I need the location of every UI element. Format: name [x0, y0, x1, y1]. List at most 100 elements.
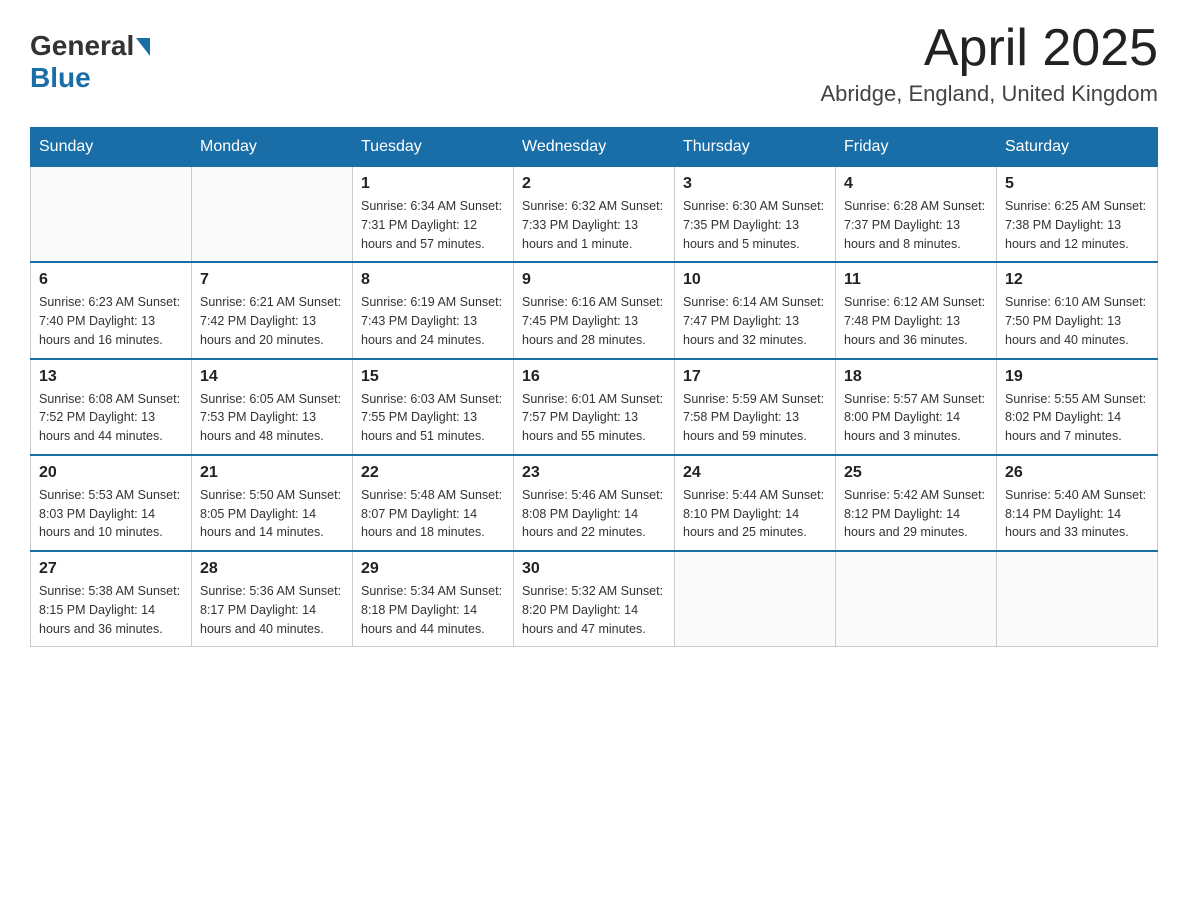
calendar-week-row: 13Sunrise: 6:08 AM Sunset: 7:52 PM Dayli… [31, 359, 1158, 455]
calendar-cell: 3 Sunrise: 6:30 AM Sunset: 7:35 PM Daylig… [675, 167, 836, 263]
day-info: Sunrise: 6:14 AM Sunset: 7:47 PM Dayligh… [683, 293, 827, 349]
calendar-cell: 13Sunrise: 6:08 AM Sunset: 7:52 PM Dayli… [31, 359, 192, 455]
calendar-cell: 9 Sunrise: 6:16 AM Sunset: 7:45 PM Daylig… [514, 262, 675, 358]
day-number: 17 [683, 368, 827, 386]
day-number: 13 [39, 368, 183, 386]
calendar-week-row: 6 Sunrise: 6:23 AM Sunset: 7:40 PM Daylig… [31, 262, 1158, 358]
calendar-cell: 25 Sunrise: 5:42 AM Sunset: 8:12 PM Dayli… [836, 455, 997, 551]
day-info: Sunrise: 6:32 AM Sunset: 7:33 PM Dayligh… [522, 197, 666, 253]
weekday-header-wednesday: Wednesday [514, 128, 675, 167]
calendar-cell: 18 Sunrise: 5:57 AM Sunset: 8:00 PM Dayli… [836, 359, 997, 455]
calendar-cell: 20 Sunrise: 5:53 AM Sunset: 8:03 PM Dayli… [31, 455, 192, 551]
day-number: 23 [522, 464, 666, 482]
day-number: 21 [200, 464, 344, 482]
calendar-cell: 10 Sunrise: 6:14 AM Sunset: 7:47 PM Dayli… [675, 262, 836, 358]
calendar-cell: 8 Sunrise: 6:19 AM Sunset: 7:43 PM Daylig… [353, 262, 514, 358]
day-info: Sunrise: 5:36 AM Sunset: 8:17 PM Dayligh… [200, 582, 344, 638]
weekday-header-tuesday: Tuesday [353, 128, 514, 167]
calendar-week-row: 1Sunrise: 6:34 AM Sunset: 7:31 PM Daylig… [31, 167, 1158, 263]
calendar-cell: 27Sunrise: 5:38 AM Sunset: 8:15 PM Dayli… [31, 551, 192, 647]
day-info: Sunrise: 5:34 AM Sunset: 8:18 PM Dayligh… [361, 582, 505, 638]
day-info: Sunrise: 5:44 AM Sunset: 8:10 PM Dayligh… [683, 486, 827, 542]
calendar-cell: 6 Sunrise: 6:23 AM Sunset: 7:40 PM Daylig… [31, 262, 192, 358]
calendar-cell: 12 Sunrise: 6:10 AM Sunset: 7:50 PM Dayli… [997, 262, 1158, 358]
day-info: Sunrise: 5:46 AM Sunset: 8:08 PM Dayligh… [522, 486, 666, 542]
day-number: 8 [361, 271, 505, 289]
calendar-cell: 2Sunrise: 6:32 AM Sunset: 7:33 PM Daylig… [514, 167, 675, 263]
day-number: 12 [1005, 271, 1149, 289]
calendar-cell: 19Sunrise: 5:55 AM Sunset: 8:02 PM Dayli… [997, 359, 1158, 455]
day-info: Sunrise: 6:28 AM Sunset: 7:37 PM Dayligh… [844, 197, 988, 253]
day-info: Sunrise: 5:57 AM Sunset: 8:00 PM Dayligh… [844, 390, 988, 446]
day-number: 6 [39, 271, 183, 289]
calendar-cell [836, 551, 997, 647]
weekday-header-sunday: Sunday [31, 128, 192, 167]
day-number: 29 [361, 560, 505, 578]
day-number: 9 [522, 271, 666, 289]
day-number: 30 [522, 560, 666, 578]
calendar-cell: 5 Sunrise: 6:25 AM Sunset: 7:38 PM Daylig… [997, 167, 1158, 263]
day-number: 28 [200, 560, 344, 578]
logo-blue-text: Blue [30, 62, 91, 94]
calendar-week-row: 27Sunrise: 5:38 AM Sunset: 8:15 PM Dayli… [31, 551, 1158, 647]
calendar-cell: 26Sunrise: 5:40 AM Sunset: 8:14 PM Dayli… [997, 455, 1158, 551]
day-number: 15 [361, 368, 505, 386]
calendar-cell: 15 Sunrise: 6:03 AM Sunset: 7:55 PM Dayli… [353, 359, 514, 455]
day-info: Sunrise: 5:48 AM Sunset: 8:07 PM Dayligh… [361, 486, 505, 542]
day-number: 18 [844, 368, 988, 386]
day-number: 27 [39, 560, 183, 578]
calendar-cell: 22 Sunrise: 5:48 AM Sunset: 8:07 PM Dayli… [353, 455, 514, 551]
calendar-cell: 21 Sunrise: 5:50 AM Sunset: 8:05 PM Dayli… [192, 455, 353, 551]
day-number: 5 [1005, 175, 1149, 193]
day-info: Sunrise: 6:01 AM Sunset: 7:57 PM Dayligh… [522, 390, 666, 446]
day-info: Sunrise: 5:59 AM Sunset: 7:58 PM Dayligh… [683, 390, 827, 446]
day-number: 24 [683, 464, 827, 482]
day-number: 22 [361, 464, 505, 482]
day-number: 25 [844, 464, 988, 482]
day-info: Sunrise: 6:25 AM Sunset: 7:38 PM Dayligh… [1005, 197, 1149, 253]
calendar-week-row: 20 Sunrise: 5:53 AM Sunset: 8:03 PM Dayli… [31, 455, 1158, 551]
weekday-header-saturday: Saturday [997, 128, 1158, 167]
day-number: 11 [844, 271, 988, 289]
calendar-cell: 4Sunrise: 6:28 AM Sunset: 7:37 PM Daylig… [836, 167, 997, 263]
calendar-cell: 23 Sunrise: 5:46 AM Sunset: 8:08 PM Dayli… [514, 455, 675, 551]
weekday-header-monday: Monday [192, 128, 353, 167]
day-number: 14 [200, 368, 344, 386]
day-info: Sunrise: 5:53 AM Sunset: 8:03 PM Dayligh… [39, 486, 183, 542]
day-info: Sunrise: 6:10 AM Sunset: 7:50 PM Dayligh… [1005, 293, 1149, 349]
day-number: 19 [1005, 368, 1149, 386]
day-info: Sunrise: 5:50 AM Sunset: 8:05 PM Dayligh… [200, 486, 344, 542]
day-number: 3 [683, 175, 827, 193]
weekday-header-thursday: Thursday [675, 128, 836, 167]
day-info: Sunrise: 6:23 AM Sunset: 7:40 PM Dayligh… [39, 293, 183, 349]
calendar-cell [675, 551, 836, 647]
day-info: Sunrise: 6:16 AM Sunset: 7:45 PM Dayligh… [522, 293, 666, 349]
calendar-cell: 7Sunrise: 6:21 AM Sunset: 7:42 PM Daylig… [192, 262, 353, 358]
day-number: 26 [1005, 464, 1149, 482]
logo: General Blue [30, 30, 150, 94]
day-info: Sunrise: 6:30 AM Sunset: 7:35 PM Dayligh… [683, 197, 827, 253]
logo-general-text: General [30, 30, 134, 62]
day-info: Sunrise: 6:19 AM Sunset: 7:43 PM Dayligh… [361, 293, 505, 349]
calendar-header-row: SundayMondayTuesdayWednesdayThursdayFrid… [31, 128, 1158, 167]
day-info: Sunrise: 6:12 AM Sunset: 7:48 PM Dayligh… [844, 293, 988, 349]
page-header: General Blue April 2025 Abridge, England… [30, 20, 1158, 107]
day-number: 7 [200, 271, 344, 289]
day-number: 10 [683, 271, 827, 289]
calendar-cell [192, 167, 353, 263]
day-info: Sunrise: 5:42 AM Sunset: 8:12 PM Dayligh… [844, 486, 988, 542]
calendar-cell: 11 Sunrise: 6:12 AM Sunset: 7:48 PM Dayli… [836, 262, 997, 358]
calendar-cell: 24 Sunrise: 5:44 AM Sunset: 8:10 PM Dayli… [675, 455, 836, 551]
day-info: Sunrise: 6:05 AM Sunset: 7:53 PM Dayligh… [200, 390, 344, 446]
calendar-cell: 29 Sunrise: 5:34 AM Sunset: 8:18 PM Dayli… [353, 551, 514, 647]
calendar-cell: 28 Sunrise: 5:36 AM Sunset: 8:17 PM Dayli… [192, 551, 353, 647]
day-number: 16 [522, 368, 666, 386]
day-number: 20 [39, 464, 183, 482]
day-info: Sunrise: 5:32 AM Sunset: 8:20 PM Dayligh… [522, 582, 666, 638]
calendar-cell: 1Sunrise: 6:34 AM Sunset: 7:31 PM Daylig… [353, 167, 514, 263]
calendar-cell: 14 Sunrise: 6:05 AM Sunset: 7:53 PM Dayli… [192, 359, 353, 455]
calendar-cell [31, 167, 192, 263]
calendar-cell [997, 551, 1158, 647]
day-info: Sunrise: 6:03 AM Sunset: 7:55 PM Dayligh… [361, 390, 505, 446]
weekday-header-friday: Friday [836, 128, 997, 167]
